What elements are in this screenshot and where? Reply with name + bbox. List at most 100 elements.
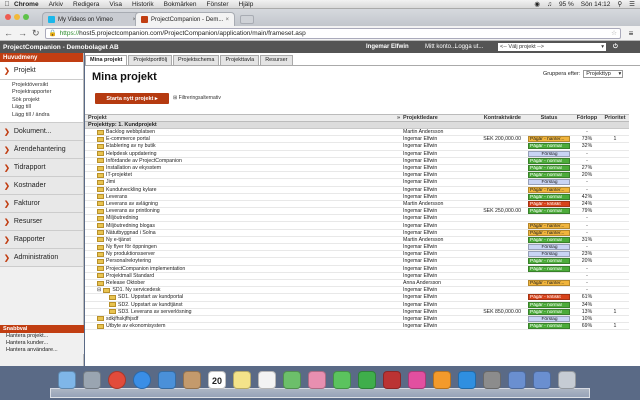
table-row[interactable]: Release Oktober Anna Andersson Pågår - han… [85,280,629,288]
safari-icon[interactable] [133,371,151,389]
project-name[interactable]: Infördande av ProjectCompanion [106,158,182,164]
table-row[interactable]: Backlog webbplatsen Martin Andersson - [85,129,629,137]
project-name-cell[interactable]: ProjectCompanion implementation [85,266,403,272]
project-name[interactable]: Projektmall Standard [106,273,154,279]
downloads-icon[interactable] [533,371,551,389]
project-name[interactable]: Etablering av ny butik [106,143,156,149]
tab-resurser[interactable]: Resurser [260,55,293,65]
table-row[interactable]: SD3. Leverans av serverlösning Ingemar El… [85,308,629,316]
table-row[interactable]: Ny e-tjänst Martin Andersson Pågår - norma… [85,236,629,244]
clock[interactable]: Sön 14:12 [581,1,611,8]
project-name[interactable]: Ny flyer för öppningen [106,244,157,250]
quick-link-projects[interactable]: Hantera projekt... [0,333,84,340]
tab-projektportfolj[interactable]: Projektportfölj [128,55,173,65]
project-name[interactable]: Jimi [106,179,115,185]
table-row[interactable]: ProjectCompanion implementation Ingemar E… [85,265,629,273]
project-name[interactable]: Ny e-tjänst [106,237,131,243]
sidebar-section-administration[interactable]: ❯ Administration [0,249,83,268]
project-name[interactable]: E-commerce portal [106,136,150,142]
logout-link[interactable]: Logga ut... [455,44,483,50]
project-name-cell[interactable]: Miljöutredning [85,215,403,221]
project-name-cell[interactable]: SD1. Uppstart av kundportal [85,294,403,300]
table-row[interactable]: Helpdesk uppdatering Ingemar Elfwin Försla… [85,150,629,158]
group-by-select[interactable]: Projekttyp ▾ [583,70,624,78]
table-row[interactable]: Nätutbyggnad i Solna Ingemar Elfwin Pågår … [85,229,629,237]
project-name-cell[interactable]: Miljöutredning blogas [85,223,403,229]
sidebar-section-tidrapport[interactable]: ❯ Tidrapport [0,159,83,178]
reload-icon[interactable]: ↻ [32,28,40,39]
browser-tab-projectcompanion[interactable]: ProjectCompanion - Dem... × [135,12,235,26]
project-name-cell[interactable]: Projektmall Standard [85,273,403,279]
forward-icon[interactable]: → [18,28,27,38]
project-name[interactable]: Nätutbyggnad i Solna [106,230,156,236]
project-name-cell[interactable]: Helpdesk uppdatering [85,151,403,157]
menu-app[interactable]: Chrome [14,1,39,8]
sidebar-section-dokument[interactable]: ❯ Dokument... [0,123,83,142]
table-row[interactable]: Personalrekrytering Ingemar Elfwin Pågår -… [85,258,629,266]
table-row[interactable]: Ny flyer för öppningen Ingemar Elfwin Förs… [85,244,629,252]
new-tab-button[interactable] [240,15,254,24]
folder-icon[interactable] [508,371,526,389]
photobooth-icon[interactable] [383,371,401,389]
appstore-icon[interactable] [458,371,476,389]
reminders-icon[interactable] [258,371,276,389]
table-row[interactable]: Projektmall Standard Ingemar Elfwin - [85,273,629,280]
menu-window[interactable]: Fönster [206,1,228,8]
menu-edit[interactable]: Redigera [73,1,99,8]
project-name-cell[interactable]: SD3. Leverans av serverlösning [85,309,403,315]
project-name[interactable]: SD1. Uppstart av kundportal [118,294,183,300]
sidebar-link-add-edit[interactable]: Lägg till / ändra [12,112,83,119]
table-row[interactable]: E-commerce portal Ingemar Elfwin SEK 200,0… [85,136,629,144]
messages-icon[interactable] [333,371,351,389]
search-icon[interactable]: ⚲ [617,0,622,8]
quick-link-customers[interactable]: Hantera kunder... [0,340,84,347]
sidebar-link-add[interactable]: Lägg till [12,104,83,111]
menu-help[interactable]: Hjälp [239,1,254,8]
sidebar-section-resurser[interactable]: ❯ Resurser [0,213,83,232]
notifications-icon[interactable]: ☰ [629,0,635,8]
project-name[interactable]: Ny produktionsserver [106,251,155,257]
project-name-cell[interactable]: Nätutbyggnad i Solna [85,230,403,236]
bookmark-star-icon[interactable]: ☆ [611,29,617,37]
project-name-cell[interactable]: Jimi [85,179,403,185]
contacts-icon[interactable] [183,371,201,389]
project-name-cell[interactable]: Ny flyer för öppningen [85,244,403,250]
table-row[interactable]: Installation av ekysstem Ingemar Elfwin På… [85,165,629,173]
project-name-cell[interactable]: Utbyte av ekonomisystem [85,323,403,329]
apple-icon[interactable]:  [0,1,14,8]
sidebar-section-rapporter[interactable]: ❯ Rapporter [0,231,83,250]
facetime-icon[interactable] [358,371,376,389]
table-row[interactable]: Infördande av ProjectCompanion Ingemar El… [85,157,629,165]
mail-icon[interactable] [158,371,176,389]
col-header-value[interactable]: Kontraktvärde [465,115,525,121]
project-name-cell[interactable]: Release Oktober [85,280,403,286]
table-row[interactable]: Jimi Ingemar Elfwin Förslag - [85,179,629,187]
project-name[interactable]: Backlog webbplatsen [106,129,155,135]
chrome-menu-icon[interactable]: ≡ [626,29,636,38]
project-name-cell[interactable]: Backlog webbplatsen [85,129,403,135]
preferences-icon[interactable] [483,371,501,389]
table-row[interactable]: Miljöutredning Ingemar Elfwin - [85,215,629,223]
project-name[interactable]: Leverans av printloning [106,208,160,214]
project-name[interactable]: Release Oktober [106,280,145,286]
tab-mina-projekt[interactable]: Mina projekt [85,55,128,65]
sidebar-section-fakturor[interactable]: ❯ Fakturor [0,195,83,214]
sidebar-link-reports[interactable]: Projektrapporter [12,89,83,96]
sidebar-section-kostnader[interactable]: ❯ Kostnader [0,177,83,196]
project-name-cell[interactable]: Installation av ekysstem [85,165,403,171]
project-name[interactable]: SD3. Leverans av serverlösning [118,309,192,315]
tab-projekttavla[interactable]: Projekttavla [220,55,260,65]
calendar-icon[interactable]: 20 [208,371,226,389]
table-row[interactable]: Leverans Ingemar Elfwin Pågår - normal 42% [85,193,629,201]
url-field[interactable]: 🔒 https:// host5.projectcompanion.com/Pr… [44,27,621,39]
project-name[interactable]: Miljöutredning [106,215,138,221]
table-row[interactable]: Utbyte av ekonomisystem Ingemar Elfwin Påg… [85,323,629,331]
table-row[interactable]: SD2. Uppstart av kundtjänst Ingemar Elfwi… [85,301,629,309]
back-icon[interactable]: ← [4,28,13,38]
quick-link-users[interactable]: Hantera användare... [0,347,84,354]
table-row[interactable]: Etablering av ny butik Ingemar Elfwin Pågå… [85,143,629,151]
col-header-project[interactable]: Projekt » [85,115,403,121]
wifi-icon[interactable]: ◉ [534,0,540,8]
itunes-icon[interactable] [408,371,426,389]
close-window-icon[interactable] [5,14,11,20]
